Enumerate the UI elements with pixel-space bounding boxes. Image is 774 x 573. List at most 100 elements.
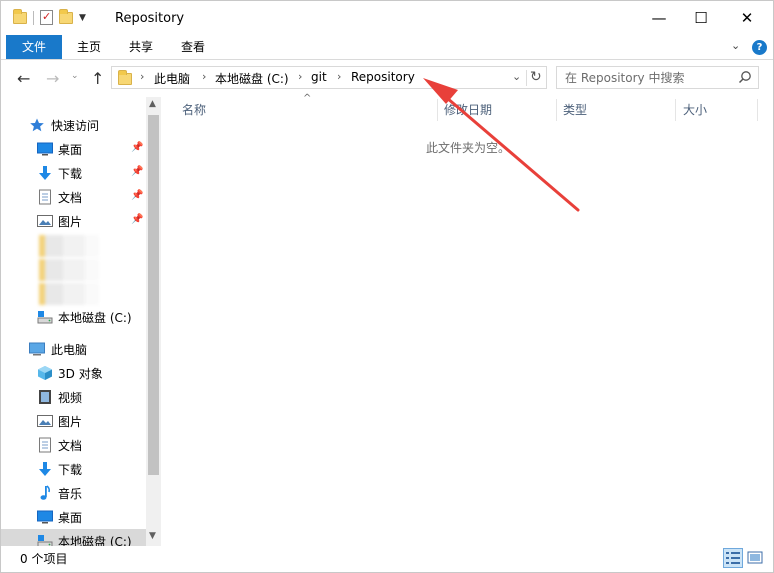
breadcrumb-separator[interactable]: › xyxy=(140,70,144,83)
blurred-folder-item[interactable] xyxy=(39,259,99,281)
forward-button[interactable]: → xyxy=(46,69,59,88)
download-icon xyxy=(39,166,51,180)
column-divider[interactable] xyxy=(675,99,676,121)
up-button[interactable]: ↑ xyxy=(91,69,104,88)
scroll-down-icon[interactable]: ▼ xyxy=(149,531,156,541)
sidebar-item-label: 图片 xyxy=(58,415,83,429)
navigation-bar: ← → ⌄ ↑ › 此电脑 › 本地磁盘 (C:) › git › Reposi… xyxy=(1,61,773,95)
status-bar: 0 个项目 xyxy=(1,546,773,572)
window-title: Repository xyxy=(115,11,185,26)
sidebar-item-quick-access[interactable]: 快速访问 xyxy=(1,113,146,137)
column-divider[interactable] xyxy=(757,99,758,121)
toolbar-divider xyxy=(33,10,34,25)
desktop-icon xyxy=(37,510,53,524)
sidebar-item-label: 本地磁盘 (C:) xyxy=(58,535,132,546)
sidebar-item-downloads-pc[interactable]: 下载 xyxy=(1,457,146,481)
computer-icon xyxy=(29,342,45,356)
empty-folder-message: 此文件夹为空。 xyxy=(426,141,511,155)
large-icons-view-button[interactable] xyxy=(745,548,765,568)
3d-objects-icon xyxy=(38,366,52,380)
sidebar-item-label: 本地磁盘 (C:) xyxy=(58,311,132,325)
tab-home[interactable]: 主页 xyxy=(67,35,111,59)
sidebar-item-label: 下载 xyxy=(58,167,83,181)
pin-icon[interactable]: 📌 xyxy=(131,190,143,201)
breadcrumb-this-pc[interactable]: 此电脑 xyxy=(154,70,190,87)
sidebar-item-videos[interactable]: 视频 xyxy=(1,385,146,409)
scroll-up-icon[interactable]: ▲ xyxy=(149,99,156,109)
sidebar-item-documents[interactable]: 文档 📌 xyxy=(1,185,146,209)
sidebar-item-desktop-pc[interactable]: 桌面 xyxy=(1,505,146,529)
large-icons-view-icon xyxy=(747,551,763,564)
document-icon xyxy=(39,437,51,453)
new-folder-icon[interactable] xyxy=(59,8,73,24)
column-header-size[interactable]: 大小 xyxy=(683,97,753,123)
breadcrumb-repository[interactable]: Repository xyxy=(351,70,415,84)
download-icon xyxy=(39,462,51,476)
recent-locations-icon[interactable]: ⌄ xyxy=(71,71,79,81)
sidebar-item-desktop[interactable]: 桌面 📌 xyxy=(1,137,146,161)
picture-icon xyxy=(37,215,53,227)
tab-file[interactable]: 文件 xyxy=(6,35,62,59)
video-icon xyxy=(39,390,51,404)
search-box[interactable] xyxy=(556,66,759,89)
customize-toolbar-dropdown-icon[interactable]: ▼ xyxy=(79,13,86,23)
expand-ribbon-icon[interactable]: ⌄ xyxy=(731,39,740,52)
sidebar-item-local-disk[interactable]: 本地磁盘 (C:) xyxy=(1,529,146,546)
column-header-date-modified[interactable]: 修改日期 xyxy=(444,97,554,123)
close-button[interactable]: ✕ xyxy=(724,1,770,35)
file-list-pane[interactable]: ^ 名称 修改日期 类型 大小 此文件夹为空。 xyxy=(164,93,773,546)
sidebar-item-label: 文档 xyxy=(58,439,83,453)
sidebar-item-pictures-pc[interactable]: 图片 xyxy=(1,409,146,433)
sidebar-item-downloads[interactable]: 下载 📌 xyxy=(1,161,146,185)
sidebar-item-documents-pc[interactable]: 文档 xyxy=(1,433,146,457)
column-divider[interactable] xyxy=(437,99,438,121)
folder-icon xyxy=(13,8,27,24)
breadcrumb-local-disk[interactable]: 本地磁盘 (C:) xyxy=(215,70,289,87)
breadcrumb-separator[interactable]: › xyxy=(337,70,341,83)
search-input[interactable] xyxy=(557,67,732,88)
properties-icon[interactable] xyxy=(40,10,53,25)
sidebar-item-label: 文档 xyxy=(58,191,83,205)
navigation-pane: 快速访问 桌面 📌 下载 📌 文档 📌 图片 📌 本地磁盘 (C:) 此电脑 3… xyxy=(1,97,161,546)
sidebar-item-quick-local-disk[interactable]: 本地磁盘 (C:) xyxy=(1,305,146,329)
address-divider xyxy=(526,70,527,86)
breadcrumb-separator[interactable]: › xyxy=(298,70,302,83)
breadcrumb-separator[interactable]: › xyxy=(202,70,206,83)
column-header-name[interactable]: 名称 xyxy=(182,97,432,123)
blurred-folder-item[interactable] xyxy=(39,283,99,305)
minimize-button[interactable]: — xyxy=(636,1,682,35)
tab-share[interactable]: 共享 xyxy=(119,35,163,59)
music-icon xyxy=(40,485,51,500)
refresh-icon[interactable]: ↻ xyxy=(530,69,542,85)
pin-icon[interactable]: 📌 xyxy=(131,142,143,153)
help-icon[interactable]: ? xyxy=(752,40,767,55)
address-dropdown-icon[interactable]: ⌄ xyxy=(512,70,521,83)
pin-icon[interactable]: 📌 xyxy=(131,166,143,177)
drive-icon xyxy=(37,311,53,324)
tab-view[interactable]: 查看 xyxy=(171,35,215,59)
blurred-folder-item[interactable] xyxy=(39,235,99,257)
address-bar[interactable]: › 此电脑 › 本地磁盘 (C:) › git › Repository ⌄ ↻ xyxy=(111,66,547,89)
folder-icon xyxy=(118,70,132,85)
sidebar-item-label: 视频 xyxy=(58,391,83,405)
back-button[interactable]: ← xyxy=(17,69,30,88)
sidebar-scrollbar[interactable]: ▲ ▼ xyxy=(146,97,161,546)
sidebar-item-pictures[interactable]: 图片 📌 xyxy=(1,209,146,233)
breadcrumb-git[interactable]: git xyxy=(311,70,327,84)
maximize-button[interactable]: ☐ xyxy=(678,1,724,35)
column-divider[interactable] xyxy=(556,99,557,121)
column-header-type[interactable]: 类型 xyxy=(563,97,673,123)
details-view-button[interactable] xyxy=(723,548,743,568)
sidebar-item-this-pc[interactable]: 此电脑 xyxy=(1,337,146,361)
star-icon xyxy=(30,118,44,132)
title-bar: ▼ Repository — ☐ ✕ xyxy=(1,1,773,35)
sidebar-item-label: 音乐 xyxy=(58,487,83,501)
pin-icon[interactable]: 📌 xyxy=(131,214,143,225)
sidebar-item-3d-objects[interactable]: 3D 对象 xyxy=(1,361,146,385)
search-icon[interactable] xyxy=(738,70,752,84)
scrollbar-thumb[interactable] xyxy=(148,115,159,475)
sidebar-item-music[interactable]: 音乐 xyxy=(1,481,146,505)
file-explorer-window: ▼ Repository — ☐ ✕ 文件 主页 共享 查看 ⌄ ? ← → ⌄… xyxy=(0,0,774,573)
desktop-icon xyxy=(37,142,53,156)
document-icon xyxy=(39,189,51,205)
